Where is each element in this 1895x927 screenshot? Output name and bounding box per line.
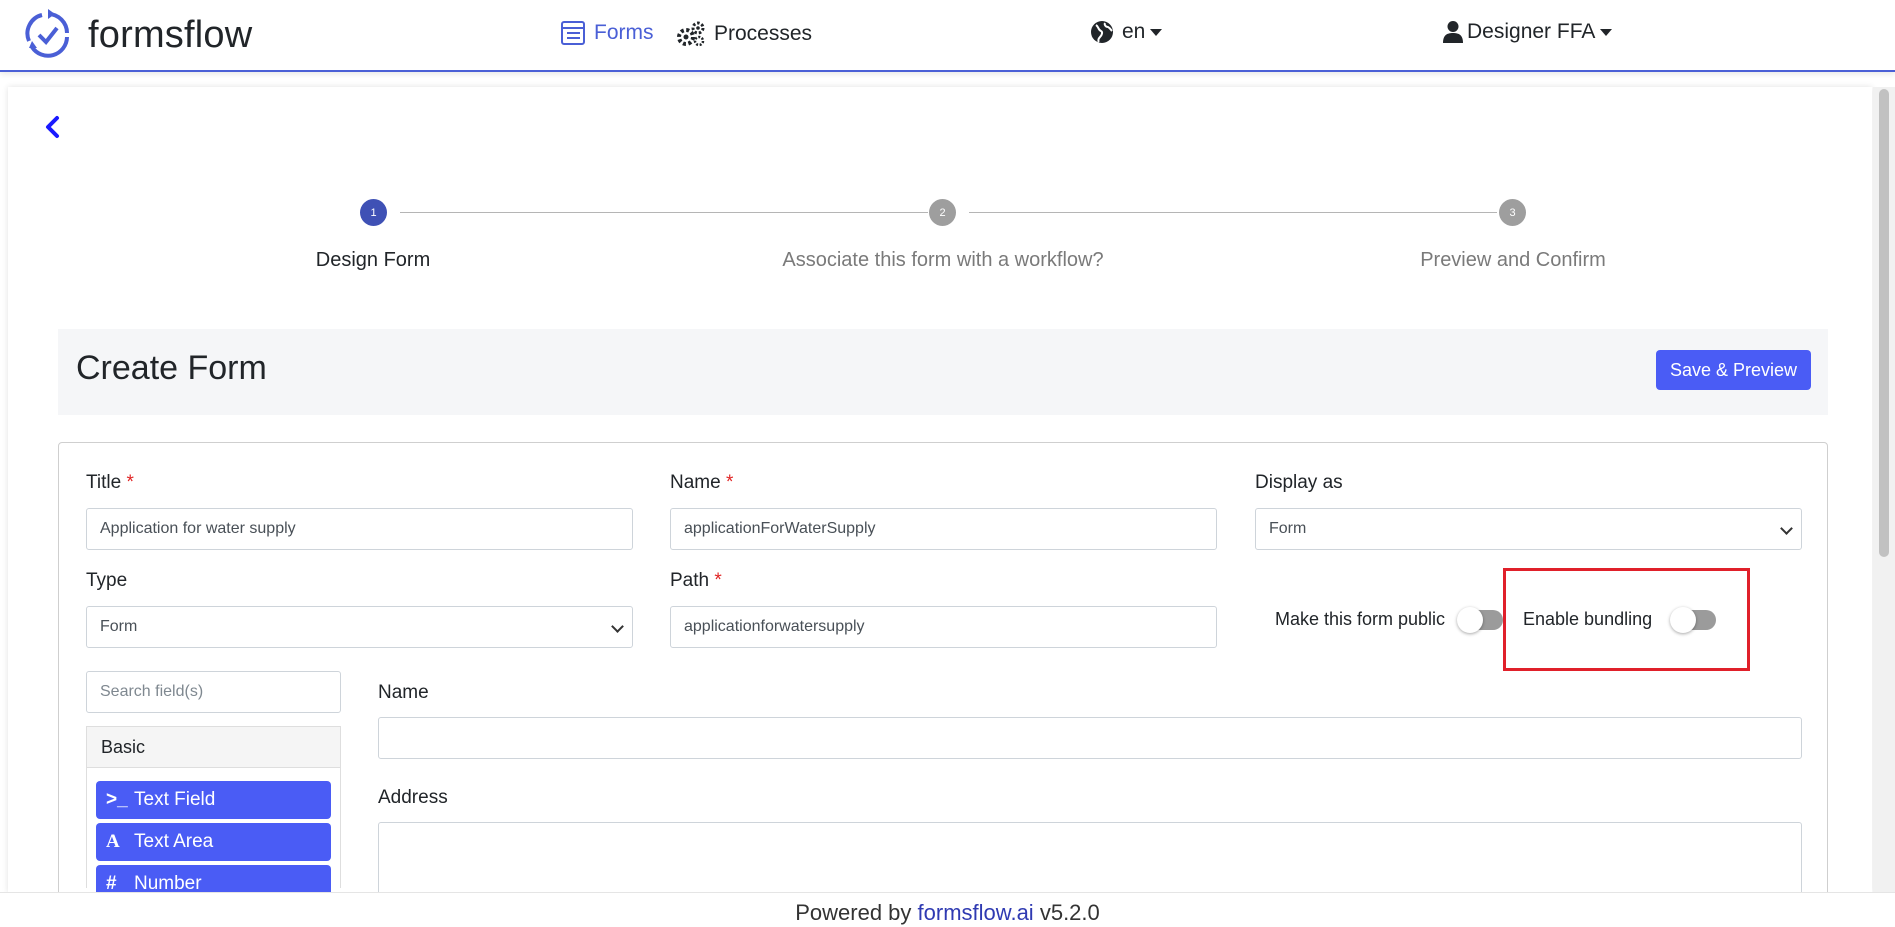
- font-icon: A: [106, 831, 120, 852]
- display-as-select[interactable]: Form: [1255, 508, 1802, 550]
- chevron-down-icon: [1780, 522, 1793, 535]
- display-as-value: Form: [1269, 520, 1307, 537]
- step-2-label: Associate this form with a workflow?: [782, 249, 1104, 271]
- title-input[interactable]: Application for water supply: [86, 508, 633, 550]
- switch-knob: [1457, 606, 1484, 633]
- highlight-annotation: [1503, 568, 1750, 671]
- step-2-indicator: 2: [929, 199, 956, 226]
- component-label: Text Area: [134, 831, 214, 852]
- nav-forms[interactable]: Forms: [560, 20, 654, 46]
- brand[interactable]: formsflow: [24, 8, 252, 62]
- canvas-field-label: Address: [378, 787, 448, 808]
- cogs-icon: [677, 21, 705, 47]
- save-preview-button[interactable]: Save & Preview: [1655, 350, 1811, 390]
- caret-down-icon: [1150, 28, 1163, 36]
- terminal-icon: >_: [106, 789, 128, 810]
- canvas-field-label: Name: [378, 682, 429, 703]
- nav-processes-label: Processes: [714, 22, 813, 45]
- title-label: Title *: [86, 472, 134, 493]
- page-title: Create Form: [76, 349, 267, 387]
- basic-group-header[interactable]: Basic: [86, 726, 341, 768]
- user-name: Designer FFA: [1467, 20, 1596, 43]
- globe-icon: [1091, 21, 1113, 43]
- type-select[interactable]: Form: [86, 606, 633, 648]
- step-1-indicator: 1: [360, 199, 387, 226]
- type-label: Type: [86, 570, 128, 591]
- footer-link[interactable]: formsflow.ai: [918, 900, 1034, 925]
- type-value: Form: [100, 618, 138, 635]
- step-1-label: Design Form: [315, 249, 431, 271]
- brand-name: formsflow: [88, 13, 253, 56]
- component-label: Text Field: [134, 789, 216, 810]
- canvas-name-input[interactable]: [378, 717, 1802, 759]
- top-navbar: formsflow Forms Processes en Designer FF…: [0, 0, 1895, 72]
- page-header: Create Form Save & Preview: [58, 329, 1828, 415]
- user-icon: [1443, 21, 1463, 43]
- user-dropdown[interactable]: Designer FFA: [1443, 20, 1613, 44]
- make-public-toggle-row: Make this form public: [1275, 606, 1504, 633]
- page-scrollbar[interactable]: [1873, 87, 1895, 893]
- scrollbar-thumb[interactable]: [1879, 89, 1889, 557]
- make-public-label: Make this form public: [1275, 609, 1446, 629]
- chevron-down-icon: [611, 620, 624, 633]
- search-fields-input[interactable]: Search field(s): [86, 671, 341, 713]
- back-chevron-icon[interactable]: [38, 112, 68, 142]
- nav-forms-label: Forms: [594, 21, 654, 44]
- footer-version: v5.2.0: [1039, 900, 1100, 925]
- step-3-label: Preview and Confirm: [1420, 249, 1606, 271]
- language-dropdown[interactable]: en: [1090, 20, 1163, 44]
- language-label: en: [1122, 20, 1146, 43]
- path-label: Path *: [670, 570, 722, 591]
- name-label: Name *: [670, 472, 734, 493]
- component-text-area[interactable]: A Text Area: [96, 823, 331, 861]
- footer-prefix: Powered by: [795, 900, 912, 925]
- make-public-switch[interactable]: [1457, 606, 1504, 633]
- nav-processes[interactable]: Processes: [676, 20, 812, 48]
- footer: Powered by formsflow.ai v5.2.0: [0, 892, 1895, 927]
- component-text-field[interactable]: >_ Text Field: [96, 781, 331, 819]
- caret-down-icon: [1600, 28, 1613, 36]
- forms-icon: [561, 21, 585, 45]
- step-3-indicator: 3: [1499, 199, 1526, 226]
- formsflow-logo-icon: [25, 9, 69, 58]
- name-input[interactable]: applicationForWaterSupply: [670, 508, 1217, 550]
- stepper-connector: [400, 212, 928, 213]
- canvas-address-textarea[interactable]: [378, 822, 1802, 902]
- stepper-connector: [969, 212, 1497, 213]
- path-input[interactable]: applicationforwatersupply: [670, 606, 1217, 648]
- display-as-label: Display as: [1255, 472, 1343, 493]
